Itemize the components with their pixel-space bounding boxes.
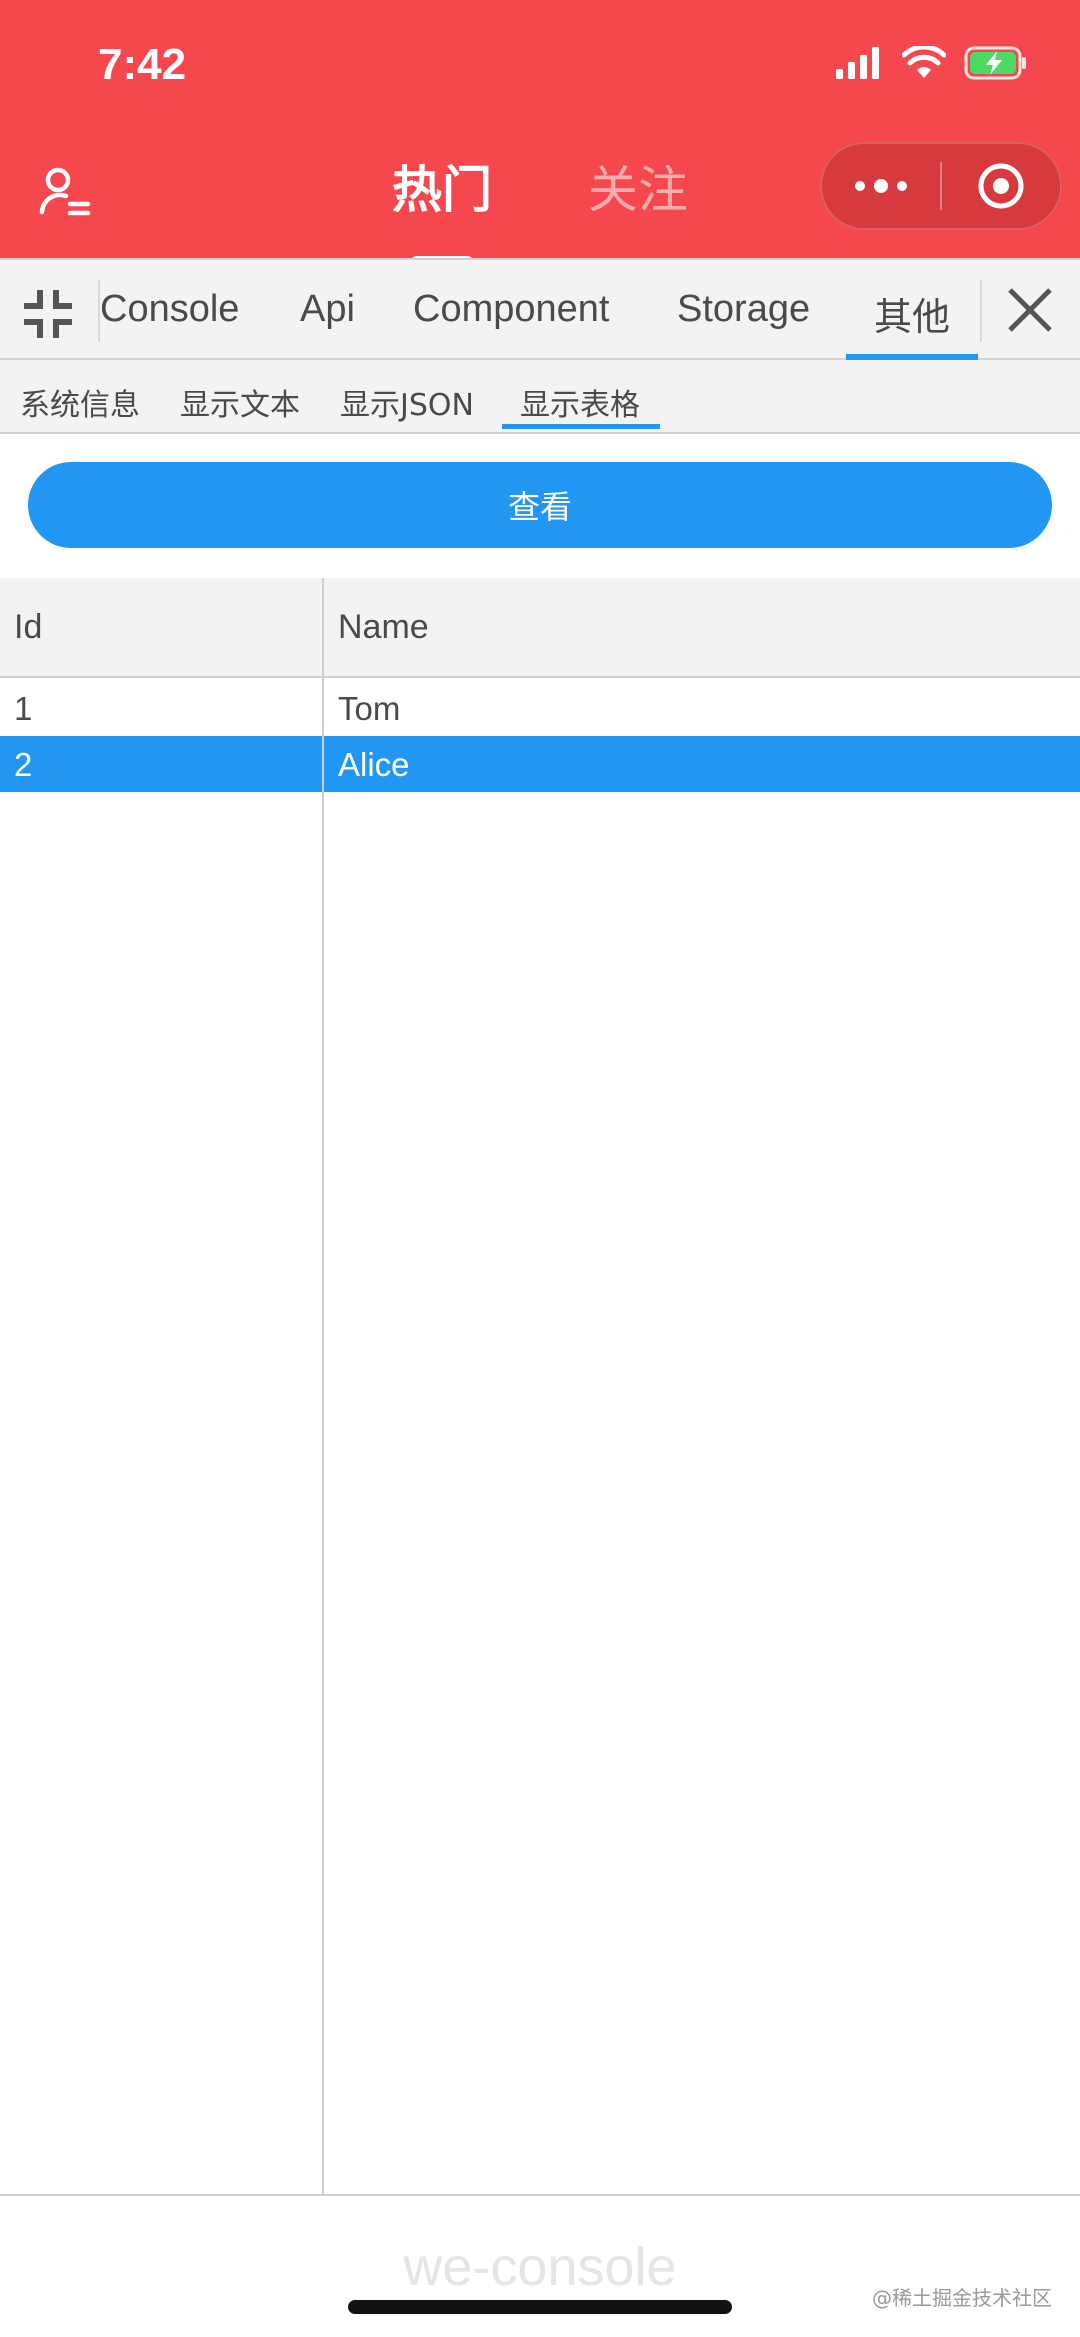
tab-hot[interactable]: 热门 [392,150,492,264]
tab-follow[interactable]: 关注 [588,150,688,222]
watermark: @稀土掘金技术社区 [872,2286,1052,2310]
console-tab-bar: Console Api Component Storage 其他 [0,258,1080,360]
wifi-icon [902,46,946,78]
close-icon[interactable] [1004,284,1056,336]
subtab-show-table[interactable]: 显示表格 [520,380,640,424]
signal-icon [836,47,879,79]
column-header-name: Name [338,608,429,646]
subtab-show-text[interactable]: 显示文本 [180,380,300,424]
target-close-icon [978,163,1024,209]
more-dots-icon [855,179,907,193]
tab-separator [980,280,982,342]
tab-api[interactable]: Api [300,288,355,331]
table-header: Id Name [0,578,1080,678]
view-button[interactable]: 查看 [28,462,1052,548]
table-row-selected[interactable]: 2 Alice [0,736,1080,792]
tab-storage[interactable]: Storage [677,288,810,331]
table-bottom-border [0,2194,1080,2196]
more-button[interactable] [822,144,940,228]
battery-charging-icon [964,46,1026,80]
subtab-show-json[interactable]: 显示JSON [340,380,474,424]
tab-component[interactable]: Component [413,288,609,331]
close-miniprogram-button[interactable] [942,144,1060,228]
sub-tab-bar: 系统信息 显示文本 显示JSON 显示表格 [0,360,1080,434]
status-icons [836,46,1028,80]
home-indicator[interactable] [348,2300,732,2314]
column-divider [322,578,324,2194]
table-row[interactable]: 1 Tom [0,680,1080,736]
column-header-id: Id [14,608,43,646]
collapse-icon[interactable] [20,286,76,342]
cell-id: 1 [14,690,33,727]
cell-id: 2 [14,746,33,783]
cell-name: Tom [338,690,401,727]
active-subtab-indicator [502,424,660,429]
subtab-system-info[interactable]: 系统信息 [20,380,140,424]
tab-other[interactable]: 其他 [874,286,950,341]
tab-console[interactable]: Console [100,288,239,331]
status-time: 7:42 [98,40,187,89]
app-header: 7:42 热门 关注 [0,0,1080,264]
cell-name: Alice [338,746,410,783]
miniprogram-capsule [820,142,1062,230]
data-table: Id Name 1 Tom 2 Alice [0,578,1080,2194]
